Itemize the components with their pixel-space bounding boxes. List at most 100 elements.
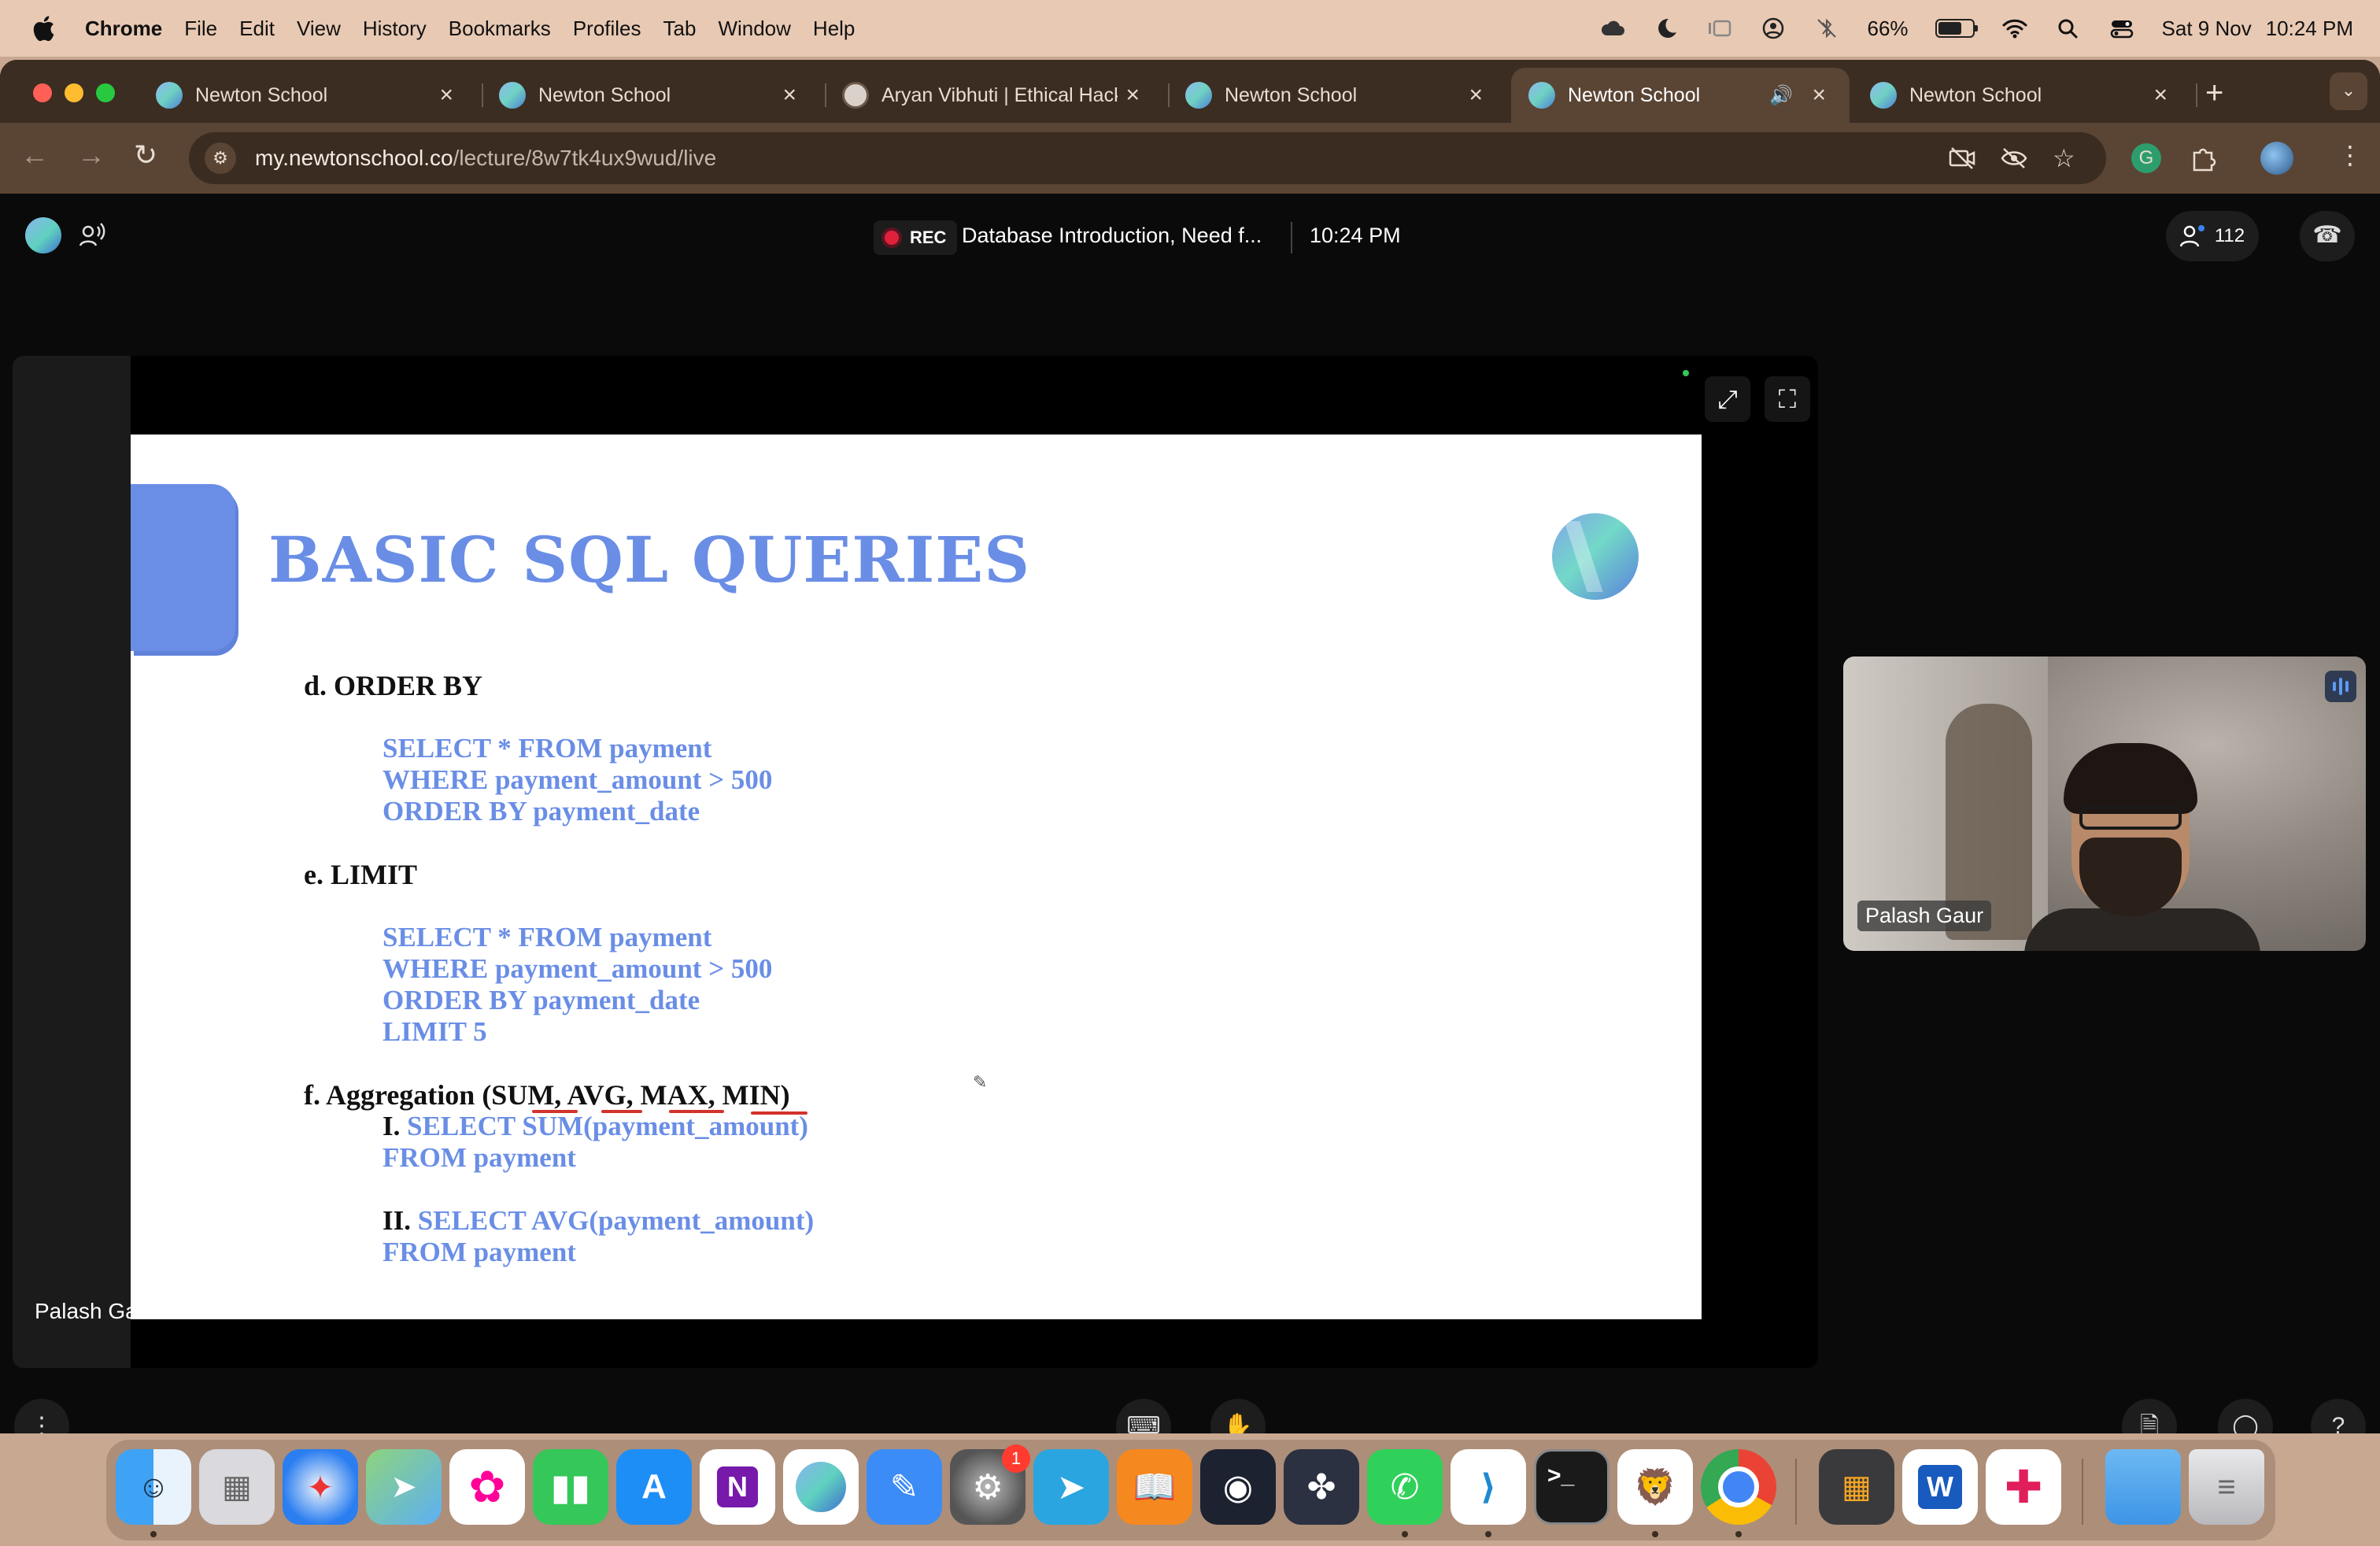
back-arrow-icon[interactable]: ← bbox=[20, 139, 49, 172]
tab-newton-school-active[interactable]: Newton School 🔊 × bbox=[1511, 68, 1850, 123]
menu-app-name[interactable]: Chrome bbox=[85, 17, 162, 41]
window-minimize-button[interactable] bbox=[65, 83, 83, 102]
tab-close-icon[interactable]: × bbox=[439, 82, 453, 109]
doubts-button[interactable]: ? bbox=[2311, 1399, 2366, 1433]
bookmark-star-icon[interactable]: ☆ bbox=[2053, 143, 2075, 173]
participants-button[interactable]: 112 bbox=[2166, 211, 2259, 261]
eye-blocked-icon[interactable] bbox=[2001, 146, 2027, 170]
launchpad-icon[interactable]: ▦ bbox=[199, 1449, 275, 1525]
trash-icon[interactable]: ≡ bbox=[2189, 1449, 2264, 1525]
tab-title: Newton School bbox=[1568, 83, 1701, 106]
menubar-clock[interactable]: 10:24 PM bbox=[2266, 17, 2353, 41]
telegram-icon[interactable]: ➤ bbox=[1033, 1449, 1109, 1525]
grammarly-extension-icon[interactable]: G bbox=[2131, 143, 2161, 173]
cloud-icon[interactable] bbox=[1599, 17, 1626, 40]
code-line: FROM payment bbox=[382, 1142, 576, 1173]
code-line: WHERE payment_amount > 500 bbox=[382, 764, 773, 795]
profile-avatar[interactable] bbox=[2260, 142, 2293, 175]
notes-button[interactable]: 🗎 bbox=[2122, 1399, 2177, 1433]
address-bar[interactable]: ⚙ my.newtonschool.co/lecture/8w7tk4ux9wu… bbox=[189, 132, 2106, 184]
newton-school-icon[interactable] bbox=[783, 1449, 859, 1525]
new-tab-plus-icon[interactable]: + bbox=[2205, 76, 2223, 111]
code-line: I. SELECT SUM(payment_amount) bbox=[382, 1110, 808, 1142]
books-icon[interactable]: 📖 bbox=[1117, 1449, 1192, 1525]
davinci-resolve-icon[interactable]: ✤ bbox=[1284, 1449, 1359, 1525]
audio-speaker-person-icon[interactable] bbox=[79, 222, 105, 249]
tab-newton-school-1[interactable]: Newton School × bbox=[139, 68, 477, 123]
tab-close-icon[interactable]: × bbox=[1812, 82, 1826, 109]
tab-close-icon[interactable]: × bbox=[1125, 82, 1140, 109]
brave-icon[interactable]: 🦁 bbox=[1617, 1449, 1693, 1525]
menu-view[interactable]: View bbox=[297, 17, 341, 41]
newton-school-logo[interactable] bbox=[25, 217, 61, 253]
moon-icon[interactable] bbox=[1653, 17, 1680, 40]
user-account-icon[interactable] bbox=[1760, 17, 1787, 40]
terminal-icon[interactable]: >_ bbox=[1534, 1449, 1609, 1525]
code-editor-button[interactable]: ⌨ bbox=[1116, 1399, 1171, 1433]
calculator-icon[interactable]: ▦ bbox=[1819, 1449, 1894, 1525]
tab-title: Newton School bbox=[195, 83, 328, 106]
safari-icon[interactable]: ✦ bbox=[283, 1449, 358, 1525]
photos-icon[interactable]: ✿ bbox=[449, 1449, 525, 1525]
menu-bookmarks[interactable]: Bookmarks bbox=[449, 17, 551, 41]
tab-newton-school-2[interactable]: Newton School × bbox=[482, 68, 820, 123]
menu-file[interactable]: File bbox=[184, 17, 217, 41]
menu-help[interactable]: Help bbox=[813, 17, 855, 41]
fullscreen-icon[interactable]: ⛶ bbox=[1765, 376, 1810, 422]
menu-tab[interactable]: Tab bbox=[663, 17, 697, 41]
onenote-icon[interactable]: N bbox=[700, 1449, 775, 1525]
maps-icon[interactable]: ➤ bbox=[366, 1449, 442, 1525]
reload-icon[interactable]: ↻ bbox=[134, 139, 157, 172]
extensions-puzzle-icon[interactable] bbox=[2188, 143, 2218, 173]
forward-arrow-icon[interactable]: → bbox=[77, 139, 105, 172]
app-store-icon[interactable]: A bbox=[616, 1449, 692, 1525]
battery-icon[interactable] bbox=[1935, 19, 1978, 38]
speaker-icon[interactable]: 🔊 bbox=[1769, 84, 1793, 107]
window-close-button[interactable] bbox=[33, 83, 52, 102]
camera-blocked-icon[interactable] bbox=[1949, 146, 1975, 170]
tab-newton-school-3[interactable]: Newton School × bbox=[1168, 68, 1506, 123]
wifi-icon[interactable] bbox=[2001, 17, 2028, 40]
newton-school-favicon-icon bbox=[1870, 82, 1897, 109]
vertical-dots-icon: ⋮ bbox=[30, 1413, 54, 1433]
menubar-date[interactable]: Sat 9 Nov bbox=[2162, 17, 2252, 41]
tab-search-chevron-icon[interactable]: ⌄ bbox=[2330, 72, 2367, 110]
kebab-menu-icon[interactable]: ⋮ bbox=[2338, 140, 2363, 170]
url-text[interactable]: my.newtonschool.co/lecture/8w7tk4ux9wud/… bbox=[255, 146, 716, 171]
participant-name-label: Palash Gaur bbox=[1857, 901, 1992, 931]
menu-window[interactable]: Window bbox=[718, 17, 790, 41]
raise-hand-button[interactable]: ✋ bbox=[1210, 1399, 1266, 1433]
control-center-icon[interactable] bbox=[2108, 17, 2135, 40]
menu-profiles[interactable]: Profiles bbox=[573, 17, 641, 41]
window-zoom-button[interactable] bbox=[96, 83, 115, 102]
bluetooth-off-icon[interactable] bbox=[1813, 17, 1840, 40]
more-options-button[interactable]: ⋮ bbox=[14, 1399, 69, 1433]
whatsapp-icon[interactable]: ✆ bbox=[1367, 1449, 1443, 1525]
participant-video-tile[interactable]: Palash Gaur bbox=[1843, 656, 2366, 951]
folder-icon[interactable] bbox=[2105, 1449, 2181, 1525]
chrome-icon[interactable] bbox=[1701, 1449, 1776, 1525]
tab-newton-school-6[interactable]: Newton School × bbox=[1853, 68, 2191, 123]
expand-arrows-icon[interactable]: ⤢ bbox=[1705, 376, 1750, 422]
leave-call-button[interactable]: ☎ bbox=[2300, 211, 2355, 261]
menu-edit[interactable]: Edit bbox=[239, 17, 275, 41]
chat-button[interactable]: ◯ bbox=[2218, 1399, 2273, 1433]
pages-icon[interactable]: ✎ bbox=[867, 1449, 942, 1525]
tab-close-icon[interactable]: × bbox=[2153, 82, 2168, 109]
spotlight-search-icon[interactable] bbox=[2055, 17, 2082, 40]
system-settings-icon[interactable]: ⚙ 1 bbox=[950, 1444, 1030, 1525]
site-settings-icon[interactable]: ⚙ bbox=[205, 142, 236, 174]
code-line: FROM payment bbox=[382, 1237, 576, 1267]
obs-icon[interactable]: ◉ bbox=[1200, 1449, 1276, 1525]
apple-icon[interactable] bbox=[31, 16, 55, 41]
slack-icon[interactable]: ✚ bbox=[1986, 1449, 2061, 1525]
numbers-icon[interactable]: ▮▮ bbox=[533, 1449, 608, 1525]
stage-manager-icon[interactable] bbox=[1706, 17, 1733, 40]
vscode-icon[interactable]: ⟩ bbox=[1451, 1449, 1526, 1525]
menu-history[interactable]: History bbox=[363, 17, 427, 41]
word-icon[interactable]: W bbox=[1902, 1449, 1978, 1525]
tab-close-icon[interactable]: × bbox=[1469, 82, 1483, 109]
finder-icon[interactable]: ☺ bbox=[116, 1449, 191, 1525]
tab-close-icon[interactable]: × bbox=[782, 82, 796, 109]
tab-aryan-vibhuti[interactable]: Aryan Vibhuti | Ethical Hacker × bbox=[825, 68, 1163, 123]
